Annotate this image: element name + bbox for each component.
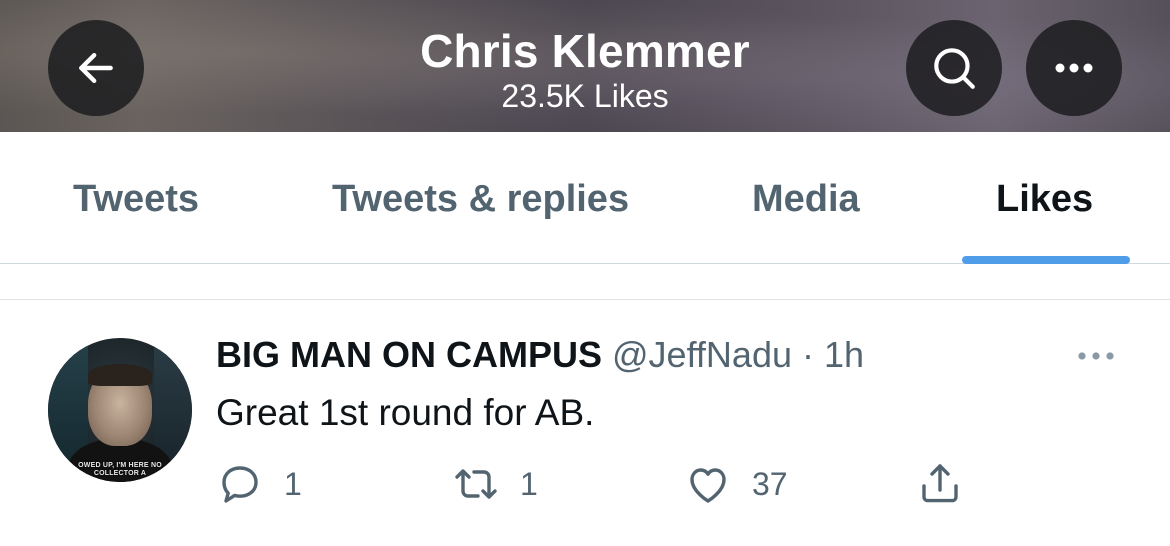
tweet-header: BIG MAN ON CAMPUS @JeffNadu · 1h — [216, 334, 864, 376]
reply-icon — [222, 466, 258, 503]
avatar-caption: OWED UP, I'M HERE NO COLLECTOR A — [78, 462, 162, 477]
tweet-more-button[interactable] — [1070, 340, 1122, 372]
reply-count: 1 — [284, 465, 302, 502]
profile-header: Chris Klemmer 23.5K Likes — [0, 0, 1170, 132]
profile-tabs: Tweets Tweets & replies Media Likes — [0, 132, 1170, 264]
tweet-timestamp[interactable]: 1h — [824, 334, 864, 375]
tweet-text: Great 1st round for AB. — [216, 392, 595, 433]
heart-icon — [690, 468, 726, 503]
more-options-button[interactable] — [1026, 20, 1122, 116]
tab-likes[interactable]: Likes — [996, 178, 1093, 221]
like-button[interactable]: 37 — [684, 458, 788, 510]
like-count: 37 — [752, 465, 788, 502]
tab-media[interactable]: Media — [752, 178, 860, 221]
search-button[interactable] — [906, 20, 1002, 116]
retweet-count: 1 — [520, 465, 538, 502]
more-horizontal-icon — [1078, 352, 1114, 360]
tweet-author-name[interactable]: BIG MAN ON CAMPUS — [216, 334, 602, 375]
more-horizontal-icon — [1055, 63, 1093, 73]
tweet-separator: · — [792, 334, 824, 375]
reply-button[interactable]: 1 — [216, 458, 302, 510]
retweet-icon — [455, 469, 497, 499]
tab-tweets-and-replies[interactable]: Tweets & replies — [332, 178, 629, 221]
share-button[interactable] — [916, 458, 964, 510]
tweet-author-handle[interactable]: @JeffNadu — [612, 334, 792, 375]
avatar[interactable]: OWED UP, I'M HERE NO COLLECTOR A — [48, 338, 192, 482]
tab-tweets[interactable]: Tweets — [73, 178, 199, 221]
search-icon — [934, 48, 975, 89]
section-divider — [0, 299, 1170, 300]
active-tab-indicator — [962, 256, 1130, 264]
share-icon — [922, 464, 958, 503]
retweet-button[interactable]: 1 — [452, 458, 538, 510]
